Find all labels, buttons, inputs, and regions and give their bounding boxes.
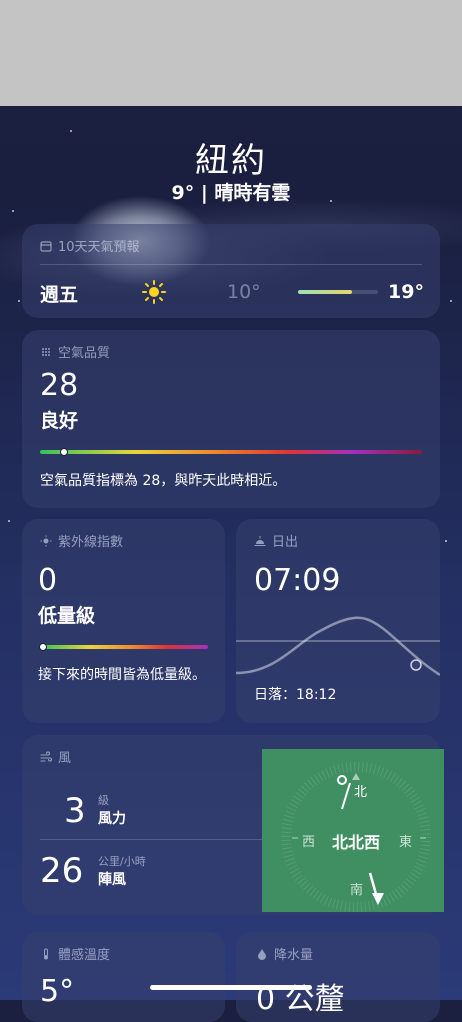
air-quality-header: 空氣品質: [40, 342, 110, 361]
sunrise-label: 日出: [272, 535, 299, 550]
wind-gust-label: 陣風: [98, 872, 126, 888]
compass-south: 南: [350, 883, 364, 898]
uv-marker: [39, 643, 47, 651]
city-name: 紐約: [195, 141, 267, 181]
air-quality-value: 28: [40, 368, 79, 403]
air-quality-description: 空氣品質指標為 28，與昨天此時相近。: [40, 473, 287, 489]
sunrise-header: 日出: [254, 531, 298, 550]
star: [450, 300, 452, 302]
raindrop-icon: [258, 948, 266, 960]
uv-description: 接下來的時間皆為低量級。: [38, 667, 206, 683]
forecast-low: 10°: [227, 281, 261, 303]
feels-like-label: 體感溫度: [58, 948, 111, 963]
air-quality-card[interactable]: 空氣品質 28 良好 空氣品質指標為 28，與昨天此時相近。: [22, 330, 440, 508]
air-quality-level: 良好: [40, 410, 79, 432]
uv-scale: [39, 643, 208, 651]
forecast-header: 10天天氣預報: [40, 236, 140, 255]
air-quality-icon: [42, 347, 50, 356]
star: [445, 540, 447, 542]
air-quality-marker: [60, 448, 68, 456]
temp-range-fill: [298, 290, 352, 294]
wind-gust-value: 26: [40, 851, 84, 891]
forecast-label: 10天天氣預報: [58, 240, 140, 255]
uv-level: 低量級: [38, 605, 96, 627]
sun-path-graph: [236, 616, 440, 677]
sun-icon: [142, 280, 166, 304]
divider: [40, 264, 422, 265]
precipitation-card[interactable]: 降水量 0 公釐: [236, 932, 440, 1022]
uv-value: 0: [38, 563, 58, 598]
sunrise-time: 07:09: [254, 563, 341, 598]
precipitation-value: 0 公釐: [256, 982, 345, 1017]
wind-label: 風: [58, 751, 72, 766]
star: [12, 210, 14, 212]
wind-header: 風: [40, 747, 71, 766]
wind-force-value: 3: [64, 791, 86, 831]
star: [8, 520, 10, 522]
temp-range-track: [298, 290, 378, 294]
divider: [40, 839, 268, 840]
forecast-card[interactable]: 10天天氣預報 週五 10° 19°: [22, 224, 440, 318]
home-indicator[interactable]: [150, 985, 312, 990]
star: [18, 300, 20, 302]
uv-header: 紫外線指數: [40, 531, 123, 550]
forecast-high: 19°: [388, 281, 424, 303]
sunrise-card[interactable]: 日出 07:09 日落：18:12: [236, 519, 440, 723]
compass-east: 東: [399, 835, 413, 850]
star: [70, 130, 72, 132]
compass-north: 北: [354, 785, 368, 800]
precipitation-header: 降水量: [256, 944, 313, 963]
top-bar: [0, 0, 462, 106]
uv-label: 紫外線指數: [58, 535, 124, 550]
calendar-icon: [40, 240, 52, 252]
wind-direction: 北北西: [332, 833, 381, 852]
precipitation-label: 降水量: [274, 948, 314, 963]
feels-like-value: 5°: [40, 974, 75, 1009]
wind-gust-unit: 公里/小時: [98, 855, 146, 868]
air-quality-label: 空氣品質: [58, 346, 111, 361]
feels-like-card[interactable]: 體感溫度 5°: [22, 932, 225, 1022]
compass-west: 西: [302, 835, 316, 850]
wind-card[interactable]: 風 3 級 風力 26 公里/小時 陣風 北 西 東 南 北北西: [22, 735, 444, 915]
uv-card[interactable]: 紫外線指數 0 低量級 接下來的時間皆為低量級。: [22, 519, 225, 723]
forecast-day: 週五: [40, 284, 79, 306]
wind-force-label: 風力: [98, 811, 126, 827]
sunset-time: 日落：18:12: [254, 687, 337, 703]
sunrise-icon: [254, 535, 266, 546]
sun-small-icon: [40, 535, 52, 546]
wind-force-unit: 級: [98, 794, 109, 807]
wind-icon: [40, 750, 52, 762]
thermometer-icon: [44, 948, 48, 959]
feels-like-header: 體感溫度: [40, 944, 110, 963]
air-quality-scale: [40, 448, 422, 456]
current-conditions: 9° | 晴時有雲: [171, 182, 291, 204]
